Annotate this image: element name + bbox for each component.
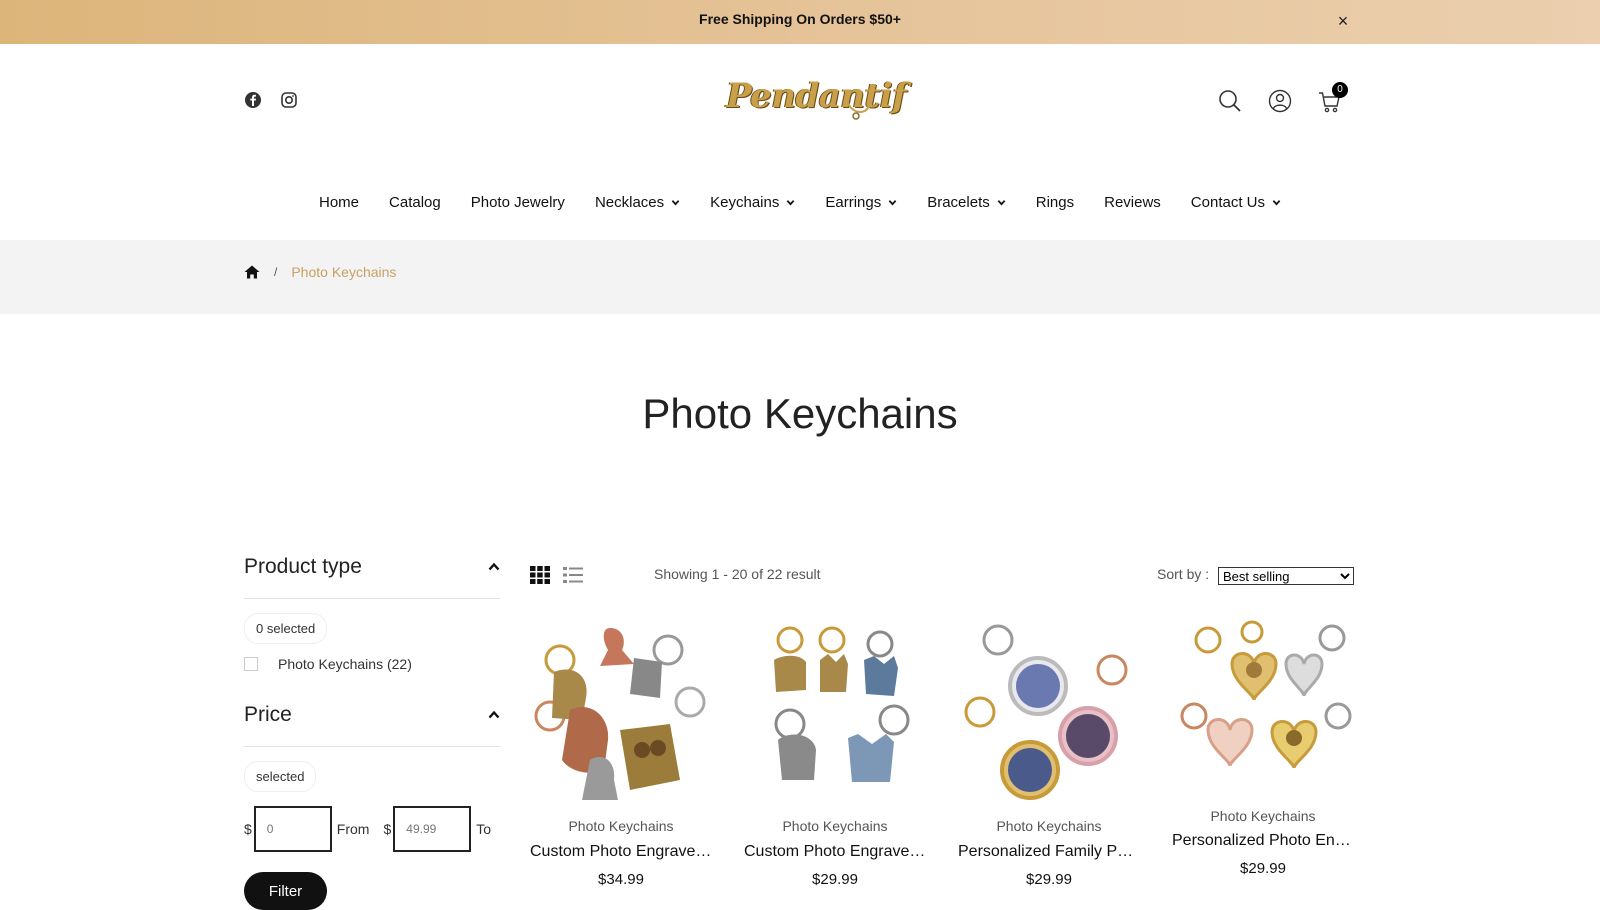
price-title: Price: [244, 703, 292, 726]
product-price: $29.99: [1240, 860, 1286, 877]
product-price: $34.99: [598, 871, 644, 888]
nav-label: Reviews: [1104, 193, 1161, 211]
site-header: Pendantif 0: [0, 44, 1600, 154]
announcement-bar: Free Shipping On Orders $50+ ×: [0, 0, 1600, 44]
price-selected: selected: [244, 761, 317, 792]
home-icon[interactable]: [244, 264, 260, 280]
chevron-down-icon: [671, 199, 680, 205]
product-image[interactable]: [744, 620, 926, 806]
nav-item-rings[interactable]: Rings: [1021, 182, 1089, 222]
price-to-input[interactable]: [393, 806, 472, 852]
product-type-title: Product type: [244, 555, 362, 578]
nav-item-bracelets[interactable]: Bracelets: [912, 182, 1021, 222]
nav-label: Catalog: [389, 193, 441, 211]
product-type-header[interactable]: Product type: [244, 550, 500, 599]
option-label: Photo Keychains (22): [278, 656, 412, 672]
product-card[interactable]: Photo Keychains Custom Photo Engraved Ke…: [530, 620, 712, 888]
nav-item-keychains[interactable]: Keychains: [695, 182, 810, 222]
sort-label: Sort by :: [1157, 566, 1210, 582]
nav-label: Photo Jewelry: [470, 193, 565, 211]
instagram-icon[interactable]: [280, 91, 298, 109]
product-price: $29.99: [1026, 871, 1072, 888]
logo[interactable]: Pendantif: [720, 72, 907, 132]
social-links: [244, 91, 298, 109]
product-card[interactable]: Photo Keychains Personalized Photo Engra…: [1172, 620, 1354, 888]
price-range: $ From $ To: [244, 806, 500, 852]
product-name[interactable]: Personalized Family Photo Keychain: [958, 843, 1140, 861]
chevron-down-icon: [997, 199, 1006, 205]
chevron-down-icon: [787, 199, 795, 205]
price-header[interactable]: Price: [244, 698, 500, 747]
facebook-icon[interactable]: [244, 91, 262, 109]
product-card[interactable]: Photo Keychains Personalized Family Phot…: [958, 620, 1140, 888]
filter-sidebar: Product type 0 selected Photo Keychains …: [244, 550, 500, 910]
product-name[interactable]: Personalized Photo Engraved Heart Keycha…: [1172, 832, 1354, 850]
product-price: $29.99: [812, 871, 858, 888]
grid-view-icon[interactable]: [530, 566, 550, 584]
product-card[interactable]: Photo Keychains Custom Photo Engraved Pe…: [744, 620, 926, 888]
product-type-selected-count: 0 selected: [244, 613, 328, 644]
sort-select[interactable]: Best selling: [1218, 567, 1354, 585]
nav-item-home[interactable]: Home: [304, 182, 374, 222]
logo-ring-icon: [845, 93, 872, 120]
result-count: Showing 1 - 20 of 22 result: [654, 566, 821, 582]
product-image[interactable]: [1172, 620, 1354, 796]
product-type-option[interactable]: Photo Keychains (22): [244, 656, 500, 672]
nav-item-catalog[interactable]: Catalog: [374, 182, 456, 222]
product-image[interactable]: [958, 620, 1140, 806]
nav-item-reviews[interactable]: Reviews: [1089, 182, 1176, 222]
chevron-down-icon: [1272, 199, 1281, 205]
announcement-text: Free Shipping On Orders $50+: [699, 11, 901, 27]
nav-item-necklaces[interactable]: Necklaces: [580, 182, 695, 222]
nav-label: Necklaces: [594, 193, 665, 211]
chevron-up-icon: [488, 562, 500, 571]
close-icon[interactable]: ×: [1334, 12, 1352, 30]
nav-label: Contact Us: [1190, 193, 1265, 211]
nav-item-earrings[interactable]: Earrings: [810, 182, 912, 222]
search-icon[interactable]: [1218, 88, 1242, 114]
cart-count-badge: 0: [1332, 82, 1348, 98]
product-name[interactable]: Custom Photo Engraved Pet Keychain: [744, 843, 926, 861]
nav-label: Earrings: [825, 193, 882, 211]
product-type: Photo Keychains: [1210, 808, 1316, 824]
product-type: Photo Keychains: [996, 818, 1102, 834]
breadcrumb-bar: / Photo Keychains: [0, 240, 1600, 314]
chevron-down-icon: [888, 199, 897, 205]
product-name[interactable]: Custom Photo Engraved Keychain: [530, 843, 712, 861]
main-nav: Home Catalog Photo Jewelry Necklaces Key…: [0, 182, 1600, 222]
nav-label: Bracelets: [927, 193, 990, 211]
nav-label: Keychains: [710, 193, 780, 211]
cart-icon[interactable]: 0: [1318, 82, 1348, 114]
product-grid: Photo Keychains Custom Photo Engraved Ke…: [530, 620, 1354, 888]
header-actions: 0: [1218, 82, 1348, 114]
list-view-icon[interactable]: [563, 566, 583, 584]
product-image[interactable]: [530, 620, 712, 806]
currency-symbol: $: [383, 821, 392, 837]
account-icon[interactable]: [1268, 88, 1292, 114]
checkbox[interactable]: [244, 657, 258, 671]
page-title: Photo Keychains: [642, 390, 958, 437]
logo-text: Pendantif: [726, 76, 907, 116]
price-to-label: To: [476, 821, 492, 837]
product-type: Photo Keychains: [782, 818, 888, 834]
breadcrumb: / Photo Keychains: [244, 264, 396, 280]
currency-symbol: $: [244, 821, 252, 837]
price-from-input[interactable]: [253, 806, 332, 852]
nav-item-photo-jewelry[interactable]: Photo Jewelry: [456, 182, 580, 222]
breadcrumb-current: Photo Keychains: [291, 264, 397, 280]
nav-label: Rings: [1035, 193, 1075, 211]
price-from-label: From: [336, 821, 370, 837]
product-toolbar: Showing 1 - 20 of 22 result Sort by : Be…: [530, 562, 1354, 590]
breadcrumb-separator: /: [274, 265, 278, 279]
nav-item-contact-us[interactable]: Contact Us: [1176, 182, 1296, 222]
nav-label: Home: [319, 193, 360, 211]
filter-button[interactable]: Filter: [244, 872, 327, 910]
chevron-up-icon: [488, 710, 500, 719]
product-type: Photo Keychains: [568, 818, 674, 834]
